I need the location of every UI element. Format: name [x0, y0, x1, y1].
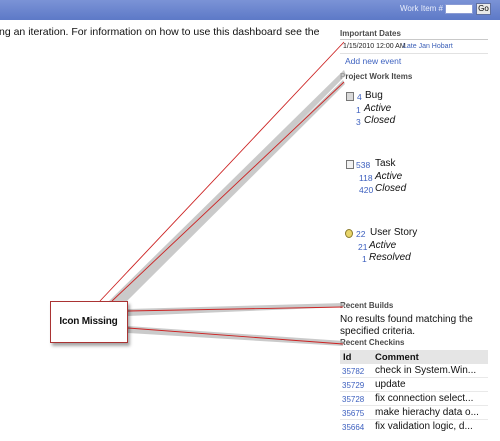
bug-active-count-link[interactable]: 1 — [356, 105, 361, 115]
checkin-id-link[interactable]: 35664 — [342, 423, 364, 432]
icon-missing-callout: Icon Missing — [50, 301, 128, 343]
bug-label: Bug — [365, 90, 383, 101]
task-label: Task — [375, 158, 396, 169]
recent-builds-message-line2: specified criteria. — [340, 326, 416, 337]
checkin-comment: update — [375, 379, 406, 390]
bug-closed-label: Closed — [364, 115, 396, 126]
user-story-active-count-link[interactable]: 21 — [358, 242, 367, 252]
event-name-link[interactable]: Late Jan Hobart — [403, 43, 453, 50]
checkin-id-link[interactable]: 35675 — [342, 409, 364, 418]
user-story-label: User Story — [370, 227, 418, 238]
divider — [340, 53, 488, 54]
intro-text: ng an iteration. For information on how … — [0, 26, 320, 38]
leader-lines — [99, 41, 345, 345]
recent-builds-message-line1: No results found matching the — [340, 314, 473, 325]
task-icon — [346, 160, 354, 169]
checkin-comment: fix connection select... — [375, 393, 474, 404]
important-dates-header: Important Dates — [340, 29, 401, 38]
checkin-comment: fix validation logic, d... — [375, 421, 473, 432]
task-count-link[interactable]: 538 — [356, 160, 370, 170]
checkins-table-header: Id Comment — [340, 350, 488, 364]
checkin-comment: make hierachy data o... — [375, 407, 479, 418]
recent-checkins-header: Recent Checkins — [340, 338, 405, 347]
project-work-items-header: Project Work Items — [340, 72, 413, 81]
user-story-active-label: Active — [369, 240, 397, 251]
task-active-label: Active — [375, 171, 403, 182]
row-divider — [340, 419, 488, 420]
bug-closed-count-link[interactable]: 3 — [356, 117, 361, 127]
user-story-count-link[interactable]: 22 — [356, 229, 365, 239]
bug-icon — [346, 92, 354, 101]
row-divider — [340, 377, 488, 378]
checkin-comment: check in System.Win... — [375, 365, 477, 376]
go-button[interactable]: Go — [476, 3, 491, 15]
bug-count-link[interactable]: 4 — [357, 92, 362, 102]
event-date: 1/15/2010 12:00 AM — [343, 43, 406, 50]
task-closed-count-link[interactable]: 420 — [359, 185, 373, 195]
column-header-id[interactable]: Id — [343, 352, 351, 363]
bug-active-label: Active — [364, 103, 392, 114]
callout-label: Icon Missing — [59, 316, 118, 327]
checkin-id-link[interactable]: 35729 — [342, 381, 364, 390]
add-new-event-link[interactable]: Add new event — [345, 56, 401, 66]
top-bar: Work Item # Go — [0, 0, 500, 20]
task-closed-label: Closed — [375, 183, 407, 194]
user-story-resolved-count-link[interactable]: 1 — [362, 254, 367, 264]
column-header-comment[interactable]: Comment — [375, 352, 419, 363]
work-item-label: Work Item # — [400, 4, 443, 13]
row-divider — [340, 391, 488, 392]
task-active-count-link[interactable]: 118 — [359, 173, 373, 183]
recent-builds-header: Recent Builds — [340, 301, 394, 310]
recent-builds-message: No results found matching the specified … — [340, 314, 490, 338]
row-divider — [340, 405, 488, 406]
checkin-id-link[interactable]: 35782 — [342, 367, 364, 376]
work-item-input[interactable] — [445, 4, 473, 14]
leader-shadows — [108, 70, 346, 346]
user-story-resolved-label: Resolved — [369, 252, 411, 263]
user-story-icon — [345, 229, 353, 238]
divider — [340, 39, 488, 40]
checkin-id-link[interactable]: 35728 — [342, 395, 364, 404]
